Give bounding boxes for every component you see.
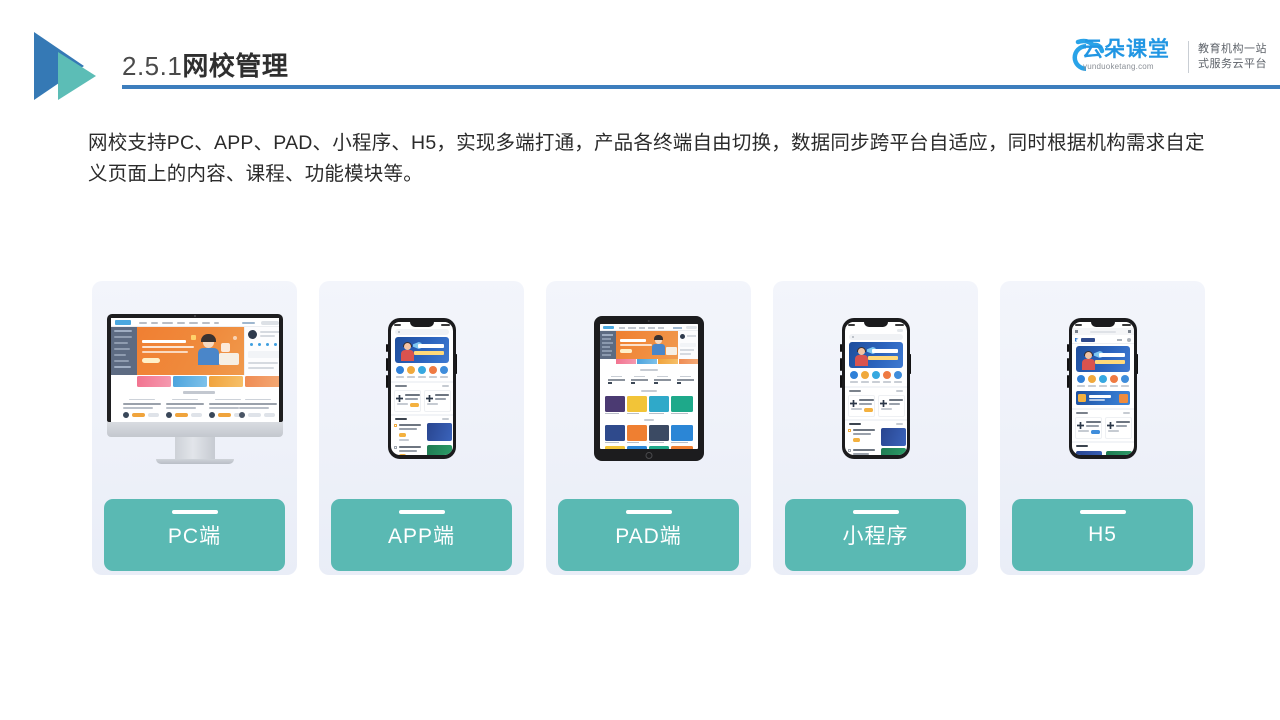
card-label-h5[interactable]: H5 (1012, 499, 1193, 571)
intro-paragraph: 网校支持PC、APP、PAD、小程序、H5，实现多端打通，产品各终端自由切换，数… (88, 132, 1205, 185)
page-title-number: 2.5.1 (122, 51, 183, 81)
device-mockup-imac (92, 281, 297, 496)
device-card-pad[interactable]: PAD端 (546, 281, 751, 575)
tablet-icon (593, 316, 704, 461)
pad-website-preview (599, 324, 698, 449)
smartphone-icon (840, 318, 911, 459)
device-mockup-iphone-miniprogram (773, 281, 978, 496)
card-label-miniprogram[interactable]: 小程序 (785, 499, 966, 571)
pc-website-preview (110, 317, 279, 422)
h5-screen-preview (1071, 322, 1134, 455)
device-card-miniprogram[interactable]: 小程序 (773, 281, 978, 575)
card-label-app[interactable]: APP端 (331, 499, 512, 571)
device-mockup-ipad (546, 281, 751, 496)
device-card-pc[interactable]: PC端 (92, 281, 297, 575)
brand-tagline-line1: 教育机构一站 (1198, 43, 1267, 55)
smartphone-icon (386, 318, 457, 459)
device-mockup-iphone-app (319, 281, 524, 496)
slide-header: 2.5.1网校管理 云朵课堂 yunduoketang.com 教育机构一站 式… (0, 0, 1280, 110)
app-screen-preview (390, 322, 453, 455)
miniprogram-screen-preview (844, 322, 907, 455)
device-mockup-iphone-h5 (1000, 281, 1205, 496)
device-card-app[interactable]: APP端 (319, 281, 524, 575)
title-underline (122, 85, 1280, 89)
device-card-row: PC端 APP端 PAD端 小程序 H5 (92, 281, 1205, 575)
smartphone-browser-icon (1067, 318, 1138, 459)
brand-logo: 云朵课堂 yunduoketang.com 教育机构一站 式服务云平台 (1052, 36, 1270, 78)
brand-name: 云朵课堂 (1082, 38, 1170, 61)
device-card-h5[interactable]: H5 (1000, 281, 1205, 575)
page-title-name: 网校管理 (182, 51, 289, 81)
brand-divider (1188, 41, 1189, 73)
brand-tagline: 教育机构一站 式服务云平台 (1198, 42, 1270, 72)
desktop-monitor-icon (106, 313, 283, 464)
page-title: 2.5.1网校管理 (122, 46, 288, 83)
brand-url: yunduoketang.com (1083, 62, 1154, 71)
card-label-pad[interactable]: PAD端 (558, 499, 739, 571)
play-triangle-logo-icon (28, 30, 124, 102)
brand-tagline-line2: 式服务云平台 (1198, 58, 1267, 70)
brand-cloud-wordmark: 云朵课堂 yunduoketang.com (1052, 36, 1184, 78)
card-label-pc[interactable]: PC端 (104, 499, 285, 571)
